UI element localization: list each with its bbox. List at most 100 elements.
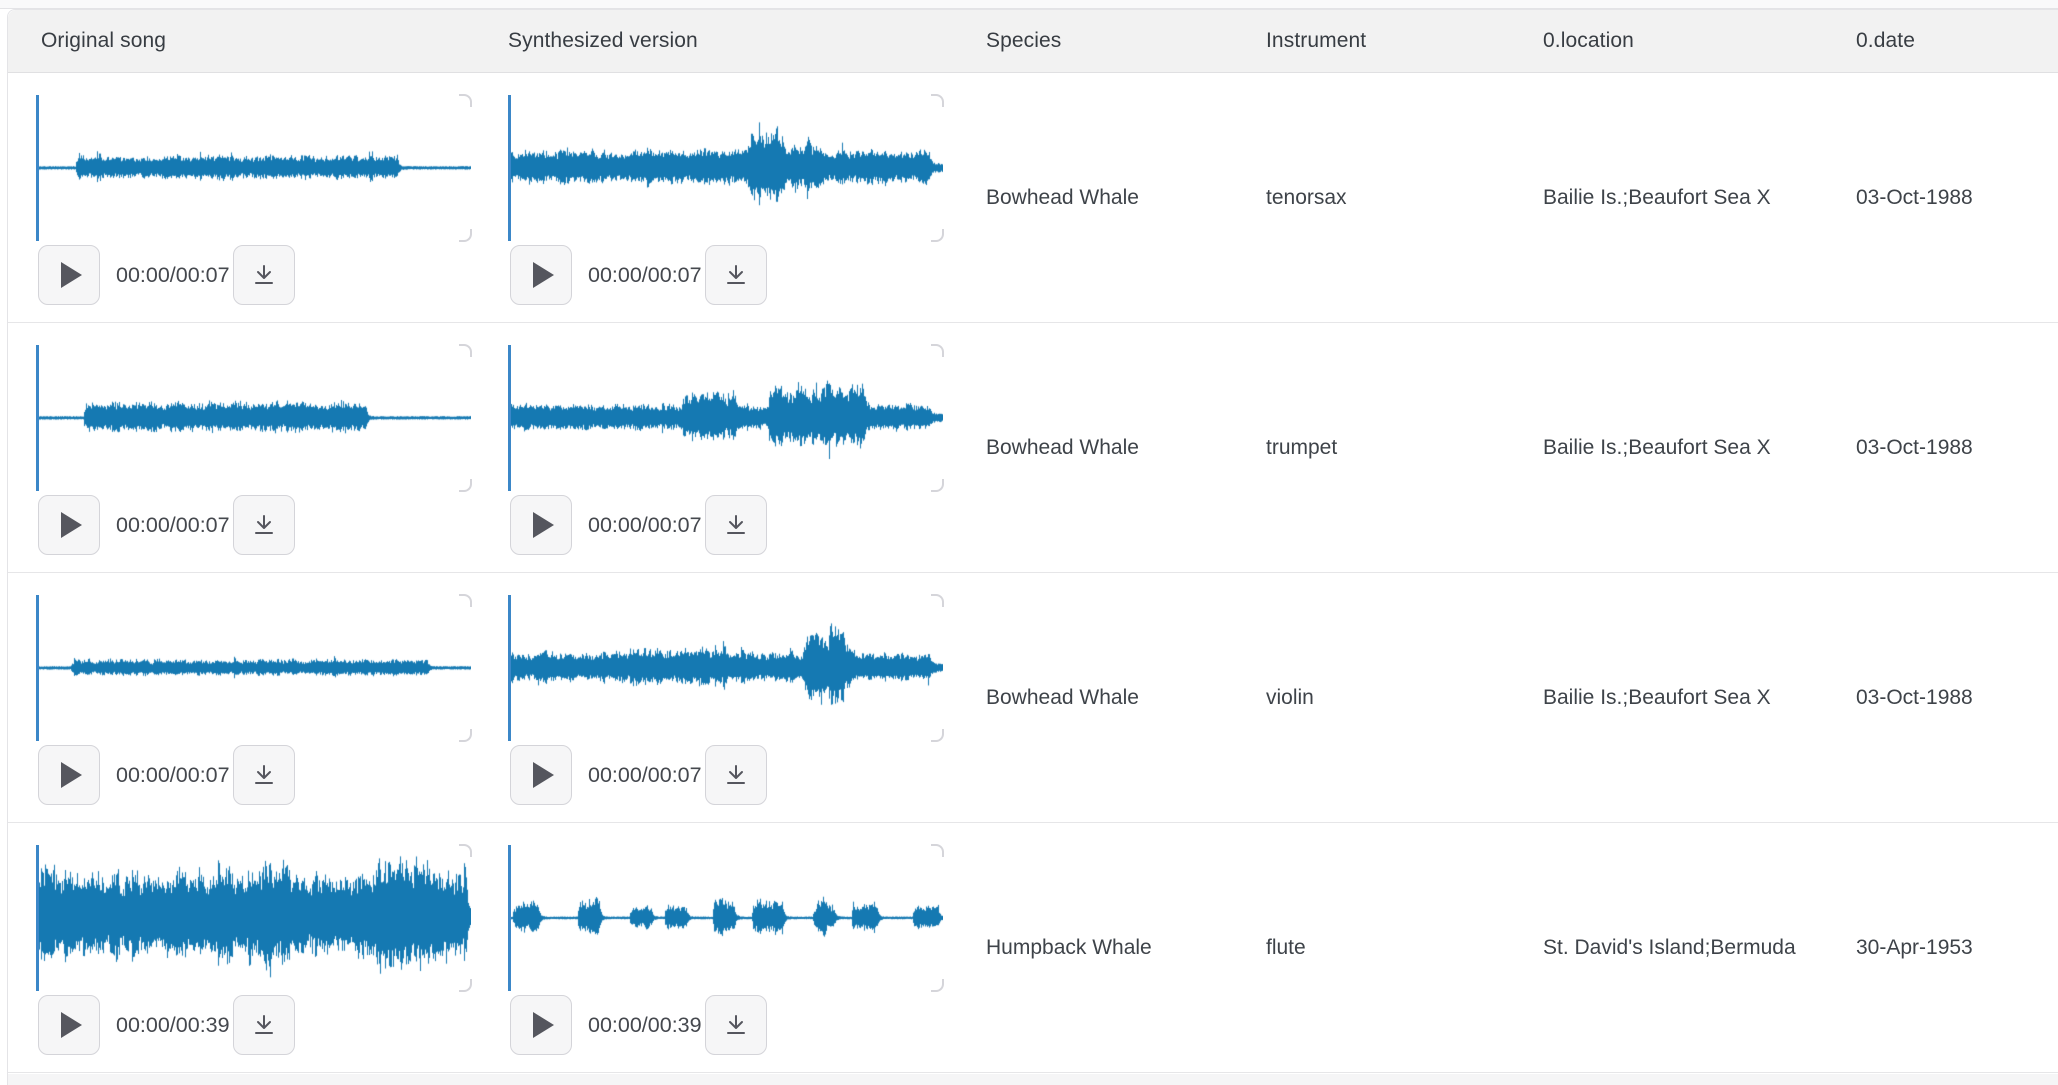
playhead-cursor: [36, 95, 39, 241]
waveform[interactable]: [36, 595, 471, 741]
download-icon: [252, 1013, 276, 1037]
play-icon: [61, 262, 82, 288]
waveform[interactable]: [508, 95, 943, 241]
species-cell: Bowhead Whale: [983, 573, 1263, 822]
corner-mark: [931, 94, 944, 107]
corner-mark: [931, 344, 944, 357]
waveform-canvas: [508, 95, 943, 241]
species-cell: Bowhead Whale: [983, 73, 1263, 322]
play-button[interactable]: [510, 995, 572, 1055]
play-button[interactable]: [510, 245, 572, 305]
corner-mark: [459, 344, 472, 357]
header-location[interactable]: 0.location: [1540, 10, 1853, 72]
partial-next-row: [8, 1074, 2058, 1085]
location-cell: Bailie Is.;Beaufort Sea X: [1540, 323, 1853, 572]
synthesized-audio-cell: 00:00/00:07: [500, 573, 983, 822]
play-button[interactable]: [38, 245, 100, 305]
synthesized-audio-cell: 00:00/00:07: [500, 323, 983, 572]
location-cell: Bailie Is.;Beaufort Sea X: [1540, 573, 1853, 822]
audio-controls: 00:00/00:07: [500, 745, 983, 805]
waveform[interactable]: [36, 345, 471, 491]
waveform-canvas: [508, 345, 943, 491]
instrument-cell: flute: [1263, 823, 1540, 1072]
time-display: 00:00/00:07: [116, 263, 230, 288]
waveform[interactable]: [36, 95, 471, 241]
download-button[interactable]: [705, 745, 767, 805]
play-icon: [533, 1012, 554, 1038]
table-row: 00:00/00:07 00:00/00:07 Bowhead Whale te…: [8, 73, 2058, 323]
play-icon: [61, 512, 82, 538]
corner-mark: [931, 844, 944, 857]
time-display: 00:00/00:07: [588, 513, 702, 538]
table-row: 00:00/00:07 00:00/00:07 Bowhead Whale tr…: [8, 323, 2058, 573]
play-button[interactable]: [38, 495, 100, 555]
original-audio-cell: 00:00/00:39: [28, 823, 500, 1072]
top-strip: [0, 0, 2058, 9]
instrument-cell: violin: [1263, 573, 1540, 822]
corner-mark: [459, 94, 472, 107]
waveform[interactable]: [508, 345, 943, 491]
table-row: 00:00/00:07 00:00/00:07 Bowhead Whale vi…: [8, 573, 2058, 823]
date-cell: 30-Apr-1953: [1853, 823, 2058, 1072]
play-icon: [61, 1012, 82, 1038]
download-icon: [252, 763, 276, 787]
corner-mark: [459, 594, 472, 607]
header-original-song[interactable]: Original song: [28, 10, 500, 72]
download-button[interactable]: [233, 245, 295, 305]
header-synthesized-version[interactable]: Synthesized version: [500, 10, 983, 72]
play-button[interactable]: [38, 745, 100, 805]
original-audio-cell: 00:00/00:07: [28, 573, 500, 822]
time-display: 00:00/00:07: [588, 763, 702, 788]
header-instrument[interactable]: Instrument: [1263, 10, 1540, 72]
waveform-canvas: [36, 595, 471, 741]
date-cell: 03-Oct-1988: [1853, 573, 2058, 822]
synthesized-audio-cell: 00:00/00:39: [500, 823, 983, 1072]
corner-mark: [459, 844, 472, 857]
time-display: 00:00/00:07: [116, 513, 230, 538]
audio-dataframe: Original song Synthesized version Specie…: [7, 9, 2058, 1085]
playhead-cursor: [508, 845, 511, 991]
species-cell: Humpback Whale: [983, 823, 1263, 1072]
play-icon: [533, 262, 554, 288]
date-cell: 03-Oct-1988: [1853, 73, 2058, 322]
table-header-row: Original song Synthesized version Specie…: [8, 10, 2058, 73]
species-cell: Bowhead Whale: [983, 323, 1263, 572]
original-audio-cell: 00:00/00:07: [28, 73, 500, 322]
play-button[interactable]: [510, 495, 572, 555]
time-display: 00:00/00:07: [116, 763, 230, 788]
waveform[interactable]: [36, 845, 471, 991]
audio-controls: 00:00/00:07: [500, 495, 983, 555]
download-icon: [252, 263, 276, 287]
download-icon: [724, 1013, 748, 1037]
waveform-canvas: [508, 595, 943, 741]
audio-controls: 00:00/00:07: [28, 495, 500, 555]
date-cell: 03-Oct-1988: [1853, 323, 2058, 572]
audio-controls: 00:00/00:07: [28, 245, 500, 305]
audio-controls: 00:00/00:07: [28, 745, 500, 805]
download-button[interactable]: [233, 745, 295, 805]
download-button[interactable]: [705, 495, 767, 555]
playhead-cursor: [508, 95, 511, 241]
download-icon: [724, 513, 748, 537]
location-cell: Bailie Is.;Beaufort Sea X: [1540, 73, 1853, 322]
waveform-canvas: [508, 845, 943, 991]
download-button[interactable]: [233, 495, 295, 555]
play-icon: [533, 762, 554, 788]
play-button[interactable]: [510, 745, 572, 805]
download-icon: [724, 263, 748, 287]
download-button[interactable]: [705, 995, 767, 1055]
audio-controls: 00:00/00:39: [500, 995, 983, 1055]
play-icon: [533, 512, 554, 538]
download-button[interactable]: [705, 245, 767, 305]
download-button[interactable]: [233, 995, 295, 1055]
waveform-canvas: [36, 845, 471, 991]
play-button[interactable]: [38, 995, 100, 1055]
original-audio-cell: 00:00/00:07: [28, 323, 500, 572]
audio-controls: 00:00/00:39: [28, 995, 500, 1055]
playhead-cursor: [36, 595, 39, 741]
corner-mark: [931, 594, 944, 607]
waveform[interactable]: [508, 595, 943, 741]
waveform[interactable]: [508, 845, 943, 991]
header-date[interactable]: 0.date: [1853, 10, 2058, 72]
header-species[interactable]: Species: [983, 10, 1263, 72]
